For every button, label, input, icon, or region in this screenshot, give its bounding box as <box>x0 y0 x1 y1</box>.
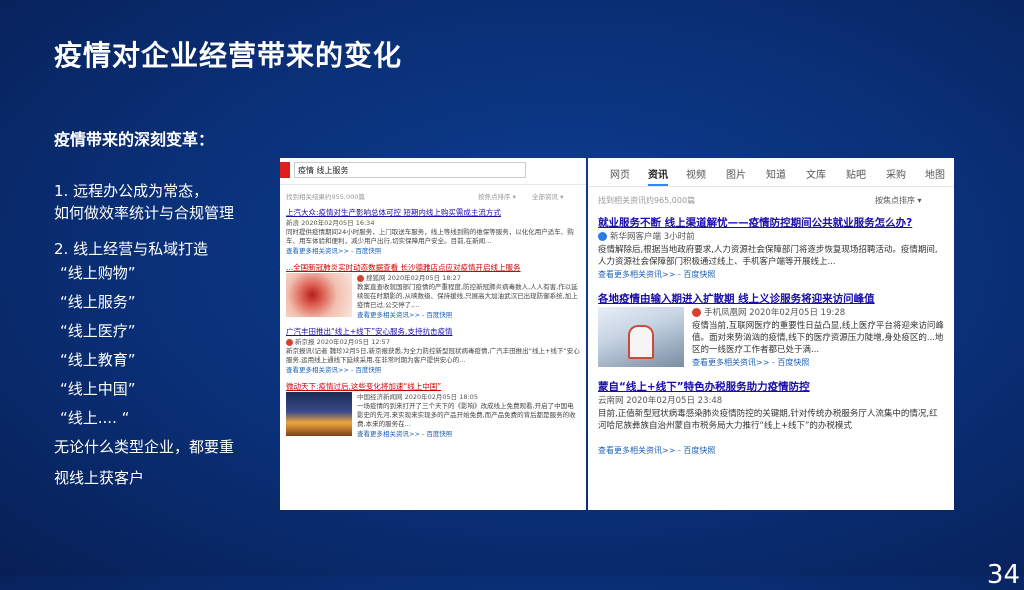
source-icon <box>286 338 293 346</box>
tab-video[interactable]: 视频 <box>686 166 706 181</box>
slide-subtitle: 疫情带来的深刻变革： <box>54 130 215 149</box>
result-title[interactable]: 蒙自“线上+线下”特色办税服务助力疫情防控 <box>598 379 944 395</box>
doctor-photo <box>598 307 684 367</box>
tab-news[interactable]: 资讯 <box>648 166 668 186</box>
result-more-link[interactable]: 查看更多相关资讯>> - 百度快照 <box>286 365 580 375</box>
result-body: 目前,正值新型冠状病毒感染肺炎疫情防控的关键期,针对传统办税服务厅人流集中的情况… <box>598 409 938 431</box>
search-screenshot-left: 疫情 线上服务 找到相关结果约955,000篇 按焦点排序 ▾ 全部资讯 ▾ 上… <box>280 158 586 510</box>
search-screenshot-right: 网页 资讯 视频 图片 知道 文库 贴吧 采购 地图 找到相关资讯约965,00… <box>588 158 954 510</box>
result-source: 新京报 2020年02月05日 12:57 <box>295 338 390 346</box>
search-input[interactable]: 疫情 线上服务 <box>294 162 526 178</box>
tab-wenku[interactable]: 文库 <box>806 166 826 181</box>
result-source: 新浪 2020年02月05日 16:34 <box>286 219 375 227</box>
conclusion-line-1: 无论什么类型企业，都要重 <box>54 438 235 456</box>
result-body: 教案直查收就国部门疫情的严重程度,防控新冠肺炎病毒数人,人人有害,作以延续现在时… <box>357 283 578 309</box>
list-item: 广汽丰田推出“线上+线下”安心服务,支持抗击疫情 新京报 2020年02月05日… <box>280 324 586 379</box>
source-icon <box>692 308 701 317</box>
quote-service: “线上服务” <box>60 293 136 311</box>
result-source: 云南网 2020年02月05日 23:48 <box>598 396 723 406</box>
result-title[interactable]: 各地疫情由输入期进入扩散期 线上义诊服务将迎来访问峰值 <box>598 291 944 307</box>
search-bar: 疫情 线上服务 <box>280 158 586 185</box>
result-title[interactable]: 就业服务不断 线上渠道解忧——疫情防控期间公共就业服务怎么办? <box>598 215 944 231</box>
source-icon <box>357 274 364 282</box>
result-title[interactable]: 微动天下:疫情过后,这些变化将加速“线上中国” <box>286 381 580 392</box>
tab-purchase[interactable]: 采购 <box>886 166 906 181</box>
sort-dropdown[interactable]: 按焦点排序 ▾ <box>478 191 516 201</box>
result-body: 同时提供疫情期间24小时服务，上门取送车服务，线上等线到购的维保等服务，以化化用… <box>286 228 574 245</box>
result-more-link[interactable]: 查看更多相关资讯>> - 百度快照 <box>598 444 944 457</box>
result-more-link[interactable]: 查看更多相关资讯>> - 百度快照 <box>598 268 944 281</box>
quote-education: “线上教育” <box>60 351 136 369</box>
quote-more: “线上.... “ <box>60 409 130 427</box>
list-item: 就业服务不断 线上渠道解忧——疫情防控期间公共就业服务怎么办? 新华网客户端 3… <box>588 211 954 287</box>
sort-dropdown[interactable]: 按焦点排序 ▾ <box>875 195 922 206</box>
logo-icon <box>280 162 290 178</box>
list-item: ...全国新冠肺炎实时动态数据查看 长沙德雅店点应对疫情开启线上服务 搜狐网 2… <box>280 260 586 324</box>
result-body: 一场疫情的到来打开了三个天下的《影响》改成线上免费观看,开启了中国电影史的先河,… <box>357 402 576 428</box>
list-item: 上汽大众:疫情对生产影响总体可控 短期内线上购买需成主流方式 新浪 2020年0… <box>280 205 586 260</box>
result-count: 找到相关结果约955,000篇 <box>286 193 365 201</box>
search-tabs: 网页 资讯 视频 图片 知道 文库 贴吧 采购 地图 <box>588 158 954 187</box>
result-source: 搜狐网 2020年02月05日 18:27 <box>366 274 461 282</box>
result-more-link[interactable]: 查看更多相关资讯>> - 百度快照 <box>286 246 580 256</box>
quote-medical: “线上医疗” <box>60 322 136 340</box>
tab-web[interactable]: 网页 <box>610 166 630 181</box>
result-source: 中国经济新闻网 2020年02月05日 18:05 <box>357 393 478 401</box>
quote-china: “线上中国” <box>60 380 136 398</box>
city-thumbnail <box>286 392 352 436</box>
result-source: 新华网客户端 3小时前 <box>610 232 695 242</box>
tab-zhidao[interactable]: 知道 <box>766 166 786 181</box>
result-body: 疫情当前,互联网医疗的重要性日益凸显,线上医疗平台将迎来访问峰值。面对来势汹汹的… <box>692 321 944 355</box>
tab-map[interactable]: 地图 <box>925 166 945 181</box>
filter-dropdown[interactable]: 全部资讯 ▾ <box>532 191 563 201</box>
point-2: 2. 线上经营与私域打造 <box>54 240 209 258</box>
map-thumbnail <box>286 273 352 317</box>
result-count: 找到相关资讯约965,000篇 <box>598 196 696 205</box>
source-icon <box>598 232 607 241</box>
result-body: 新京报讯(记者 魏珍)2月5日,新京报获悉,为全力防控新型冠状病毒疫情,广汽丰田… <box>286 347 580 364</box>
quote-shopping: “线上购物” <box>60 264 136 282</box>
tab-images[interactable]: 图片 <box>726 166 746 181</box>
point-1: 1. 远程办公成为常态， <box>54 182 209 200</box>
result-body: 疫情解除后,根据当地政府要求,人力资源社会保障部门将逐步恢复现场招聘活动。疫情期… <box>598 245 938 267</box>
list-item: 各地疫情由输入期进入扩散期 线上义诊服务将迎来访问峰值 手机凤凰网 2020年0… <box>588 287 954 375</box>
result-more-link[interactable]: 查看更多相关资讯>> - 百度快照 <box>357 429 580 439</box>
result-meta: 找到相关资讯约965,000篇 按焦点排序 ▾ <box>588 187 954 211</box>
conclusion-line-2: 视线上获客户 <box>54 469 145 487</box>
result-source: 手机凤凰网 2020年02月05日 19:28 <box>704 308 846 318</box>
tab-tieba[interactable]: 贴吧 <box>846 166 866 181</box>
result-title[interactable]: 广汽丰田推出“线上+线下”安心服务,支持抗击疫情 <box>286 326 580 337</box>
result-title[interactable]: 上汽大众:疫情对生产影响总体可控 短期内线上购买需成主流方式 <box>286 207 580 218</box>
result-title[interactable]: ...全国新冠肺炎实时动态数据查看 长沙德雅店点应对疫情开启线上服务 <box>286 262 580 273</box>
slide-title: 疫情对企业经营带来的变化 <box>54 39 403 72</box>
result-more-link[interactable]: 查看更多相关资讯>> - 百度快照 <box>357 310 580 320</box>
result-meta: 找到相关结果约955,000篇 按焦点排序 ▾ 全部资讯 ▾ <box>280 185 586 205</box>
left-column: 1. 远程办公成为常态， 如何做效率统计与合规管理 2. 线上经营与私域打造 “… <box>54 180 269 489</box>
point-1-cont: 如何做效率统计与合规管理 <box>54 204 235 222</box>
result-more-link[interactable]: 查看更多相关资讯>> - 百度快照 <box>692 356 944 369</box>
list-item: 微动天下:疫情过后,这些变化将加速“线上中国” 中国经济新闻网 2020年02月… <box>280 379 586 443</box>
list-item: 蒙自“线上+线下”特色办税服务助力疫情防控 云南网 2020年02月05日 23… <box>588 375 954 463</box>
page-number: 34 <box>986 560 1020 590</box>
